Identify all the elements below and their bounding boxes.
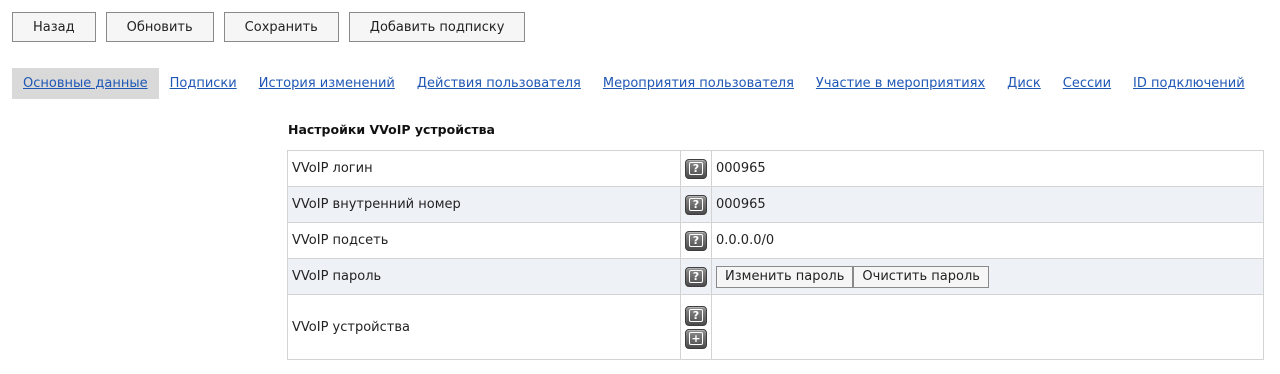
table-row: VVoIP подсеть ? 0.0.0.0/0	[287, 222, 1264, 259]
tab-event-participation[interactable]: Участие в мероприятиях	[805, 68, 996, 99]
help-icon[interactable]: ?	[685, 230, 707, 251]
vvoip-login-value: 000965	[711, 150, 1264, 187]
change-password-button[interactable]: Изменить пароль	[716, 265, 854, 288]
vvoip-subnet-label: VVoIP подсеть	[287, 222, 681, 259]
question-mark-glyph: ?	[689, 270, 703, 283]
add-subscription-button[interactable]: Добавить подписку	[348, 12, 526, 42]
devices-icon-stack: ? +	[681, 305, 711, 349]
section-title: Настройки VVoIP устройства	[288, 122, 495, 137]
tab-main-data[interactable]: Основные данные	[12, 68, 159, 99]
tab-subscriptions[interactable]: Подписки	[159, 68, 248, 99]
question-mark-glyph: ?	[689, 162, 703, 175]
table-row: VVoIP внутренний номер ? 000965	[287, 186, 1264, 223]
question-mark-glyph: ?	[689, 309, 703, 322]
tab-connection-ids[interactable]: ID подключений	[1122, 68, 1256, 99]
table-row: VVoIP устройства ? +	[287, 294, 1264, 360]
save-button[interactable]: Сохранить	[223, 12, 339, 42]
vvoip-password-label: VVoIP пароль	[287, 258, 681, 295]
clear-password-button[interactable]: Очистить пароль	[853, 265, 989, 288]
tab-change-history[interactable]: История изменений	[248, 68, 406, 99]
back-button[interactable]: Назад	[12, 12, 96, 42]
tab-user-events[interactable]: Мероприятия пользователя	[592, 68, 805, 99]
vvoip-settings-table: VVoIP логин ? 000965 VVoIP внутренний но…	[287, 150, 1264, 360]
tab-sessions[interactable]: Сессии	[1052, 68, 1122, 99]
vvoip-subnet-value: 0.0.0.0/0	[711, 222, 1264, 259]
vvoip-devices-label: VVoIP устройства	[287, 294, 681, 360]
help-icon[interactable]: ?	[685, 158, 707, 179]
tab-disk[interactable]: Диск	[996, 68, 1052, 99]
table-row: VVoIP пароль ? Изменить пароль Очистить п…	[287, 258, 1264, 295]
table-row: VVoIP логин ? 000965	[287, 150, 1264, 187]
question-mark-glyph: ?	[689, 234, 703, 247]
vvoip-password-actions: Изменить пароль Очистить пароль	[711, 258, 1264, 295]
help-icon[interactable]: ?	[685, 305, 707, 326]
tab-user-actions[interactable]: Действия пользователя	[406, 68, 592, 99]
help-icon[interactable]: ?	[685, 266, 707, 287]
add-icon[interactable]: +	[685, 328, 707, 349]
vvoip-login-label: VVoIP логин	[287, 150, 681, 187]
plus-glyph: +	[689, 332, 703, 345]
vvoip-extension-label: VVoIP внутренний номер	[287, 186, 681, 223]
tab-bar: Основные данные Подписки История изменен…	[12, 68, 1256, 99]
help-icon[interactable]: ?	[685, 194, 707, 215]
vvoip-extension-value: 000965	[711, 186, 1264, 223]
toolbar: Назад Обновить Сохранить Добавить подпис…	[12, 12, 535, 42]
question-mark-glyph: ?	[689, 198, 703, 211]
vvoip-devices-value	[711, 294, 1264, 360]
refresh-button[interactable]: Обновить	[105, 12, 214, 42]
